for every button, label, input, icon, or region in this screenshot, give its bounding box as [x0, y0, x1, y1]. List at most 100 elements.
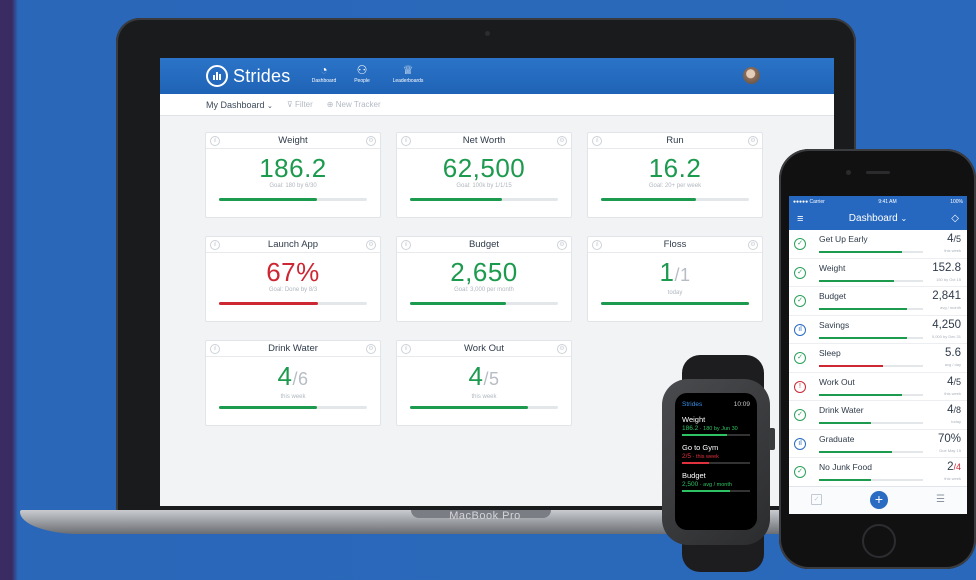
check-icon[interactable]: ✓ [794, 466, 806, 478]
watch-time: 10:09 [733, 401, 750, 408]
tracker-row[interactable]: ıl Savings 4,250 5,000 by Dec 31 [789, 316, 967, 344]
tracker-row[interactable]: ✓ Get Up Early 4/5 this week [789, 230, 967, 259]
new-tracker-button[interactable]: ⊕ New Tracker [327, 100, 381, 109]
card-header: ıl Budget ⚙ [397, 237, 571, 253]
tracker-row[interactable]: ✓ Budget 2,841 avg / month [789, 287, 967, 316]
card-title: Launch App [267, 239, 319, 250]
watch-crown[interactable] [769, 428, 775, 450]
tracker-card-weight[interactable]: ıl Weight ⚙ 186.2 Goal: 180 by 6/30 [205, 132, 381, 218]
card-title: Floss [663, 239, 687, 250]
gear-icon[interactable]: ⚙ [557, 136, 567, 146]
tracker-sub: this week [944, 390, 961, 396]
tracker-name: Drink Water [819, 405, 864, 415]
avatar[interactable] [743, 67, 760, 84]
chart-icon[interactable]: ıl [210, 344, 220, 354]
tracker-row[interactable]: ✓ Sleep 5.6 avg / day [789, 344, 967, 373]
card-header: ıl Drink Water ⚙ [206, 341, 380, 357]
gear-icon[interactable]: ⚙ [557, 344, 567, 354]
nav-dashboard[interactable]: ◔ Dashboard [304, 63, 344, 84]
filter-button[interactable]: ⊽ Filter [287, 100, 313, 109]
list-tab-icon[interactable]: ☰ [936, 494, 945, 505]
tag-icon[interactable]: ◇ [951, 208, 959, 230]
check-icon[interactable]: ✓ [794, 409, 806, 421]
card-value-text: 2,650 [450, 257, 518, 287]
chart-icon[interactable]: ıl [401, 240, 411, 250]
tracker-sub: Due May 15 [939, 447, 961, 453]
progress-bar [410, 302, 558, 305]
gear-icon[interactable]: ⚙ [748, 136, 758, 146]
card-value: 62,500 [397, 154, 571, 182]
watch-item-value-number: 2,500 [682, 481, 699, 488]
tracker-row[interactable]: ✓ Weight 152.8 150 by Oct 15 [789, 259, 967, 287]
people-icon: ⚇ [356, 63, 368, 77]
tracker-card-work-out[interactable]: ıl Work Out ⚙ 4/5 this week [396, 340, 572, 426]
phone-nav-bar: ≡ Dashboard ⌄ ◇ [789, 208, 967, 230]
progress-bar [601, 198, 749, 201]
tracker-card-net-worth[interactable]: ıl Net Worth ⚙ 62,500 Goal: 100k by 1/1/… [396, 132, 572, 218]
tracker-row[interactable]: ✓ No Junk Food 2/4 this week [789, 458, 967, 487]
app-name: Strides [233, 65, 291, 86]
check-icon[interactable]: ✓ [794, 295, 806, 307]
app-logo[interactable]: Strides [206, 65, 290, 87]
chart-icon[interactable]: ıl [794, 323, 806, 336]
watch-item-go-to-gym[interactable]: Go to Gym 2/5 · this week [682, 443, 750, 464]
tracker-name: Budget [819, 291, 846, 301]
card-value-text: 62,500 [442, 153, 526, 183]
gear-icon[interactable]: ⚙ [748, 240, 758, 250]
gear-icon[interactable]: ⚙ [366, 240, 376, 250]
alert-icon[interactable]: ! [794, 380, 806, 393]
nav-people-label: People [354, 78, 370, 84]
progress-fill [682, 462, 710, 464]
check-icon[interactable]: ✓ [794, 238, 806, 250]
check-icon[interactable]: ✓ [794, 266, 806, 279]
gear-icon[interactable]: ⚙ [557, 240, 567, 250]
card-header: ıl Weight ⚙ [206, 133, 380, 149]
chart-icon[interactable]: ıl [592, 240, 602, 250]
tracker-row[interactable]: ✓ Drink Water 4/8 today [789, 401, 967, 430]
chart-icon[interactable]: ıl [401, 344, 411, 354]
tracker-card-run[interactable]: ıl Run ⚙ 16.2 Goal: 20+ per week [587, 132, 763, 218]
nav-people[interactable]: ⚇ People [342, 63, 382, 84]
checklist-tab-icon[interactable]: ✓ [811, 494, 822, 505]
watch-item-weight[interactable]: Weight 186.2 · 180 by Jun 30 [682, 415, 750, 436]
tracker-card-launch-app[interactable]: ıl Launch App ⚙ 67% Goal: Done by 8/3 [205, 236, 381, 322]
chart-icon[interactable]: ıl [210, 136, 220, 146]
watch-item-budget[interactable]: Budget 2,500 · avg / month [682, 471, 750, 492]
filter-label: Filter [295, 100, 313, 109]
watch-screen: Strides 10:09 Weight 186.2 · 180 by Jun … [675, 393, 757, 530]
progress-bar [819, 365, 923, 367]
nav-leaderboards[interactable]: ♕ Leaderboards [388, 63, 428, 84]
progress-fill [219, 302, 319, 305]
dashboard-title[interactable]: Dashboard ⌄ [849, 213, 907, 224]
card-value-text: 4 [468, 361, 484, 391]
gear-icon[interactable]: ⚙ [366, 136, 376, 146]
card-header: ıl Run ⚙ [588, 133, 762, 149]
tracker-value-number: 4,250 [932, 318, 961, 331]
chart-icon[interactable]: ıl [210, 240, 220, 250]
carrier: ●●●●● Carrier [793, 199, 825, 205]
laptop-brand-label: MacBook Pro [449, 510, 521, 522]
card-title: Run [666, 135, 684, 146]
watch-item-value-number: 2/5 [682, 453, 692, 460]
tracker-card-drink-water[interactable]: ıl Drink Water ⚙ 4/6 this week [205, 340, 381, 426]
chart-icon[interactable]: ıl [401, 136, 411, 146]
tracker-row[interactable]: ! Work Out 4/5 this week [789, 373, 967, 401]
chart-icon[interactable]: ıl [592, 136, 602, 146]
home-button[interactable] [862, 524, 896, 558]
strides-logo-icon [206, 65, 228, 87]
nav-leaderboards-label: Leaderboards [392, 78, 424, 84]
check-icon[interactable]: ✓ [794, 352, 806, 364]
chart-icon[interactable]: ıl [794, 437, 806, 450]
dashboard-selector[interactable]: My Dashboard ⌄ [206, 100, 273, 110]
tracker-card-floss[interactable]: ıl Floss ⚙ 1/1 today [587, 236, 763, 322]
watch-item-title: Go to Gym [682, 443, 719, 452]
add-tracker-button[interactable]: + [870, 491, 888, 509]
gear-icon[interactable]: ⚙ [366, 344, 376, 354]
card-header: ıl Net Worth ⚙ [397, 133, 571, 149]
tracker-sub: avg / day [944, 362, 961, 367]
menu-icon[interactable]: ≡ [797, 208, 803, 230]
tracker-card-budget[interactable]: ıl Budget ⚙ 2,650 Goal: 3,000 per month [396, 236, 572, 322]
status-bar: ●●●●● Carrier 9:41 AM 100% [789, 196, 967, 208]
tracker-row[interactable]: ıl Graduate 70% Due May 15 [789, 430, 967, 458]
progress-bar [219, 406, 367, 409]
